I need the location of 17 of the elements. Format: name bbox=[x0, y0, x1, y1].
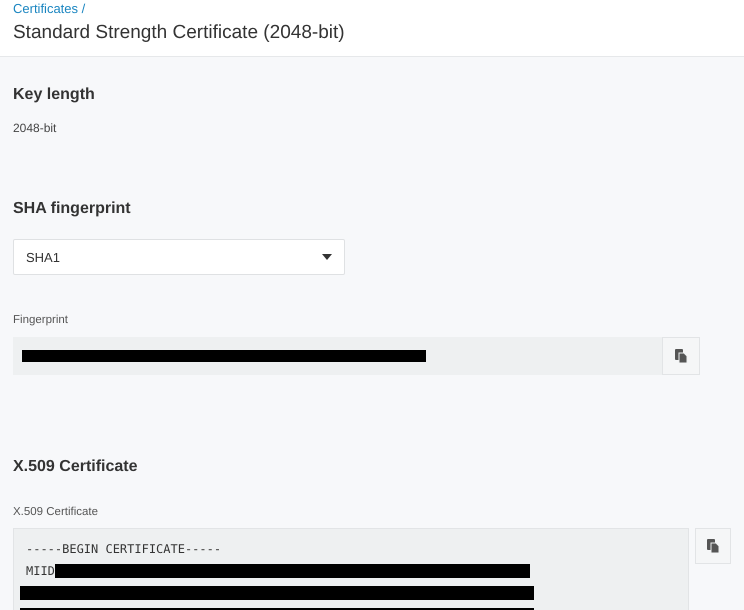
key-length-value: 2048-bit bbox=[13, 121, 58, 135]
field-label: X.509 Certificate bbox=[13, 505, 100, 519]
section-heading: Key length bbox=[13, 85, 96, 105]
hash-select[interactable]: SHA1 bbox=[13, 239, 345, 275]
copy-button[interactable] bbox=[662, 337, 700, 375]
certificate-textarea[interactable]: -----BEGIN CERTIFICATE----- MIID bbox=[13, 528, 689, 610]
copy-button[interactable] bbox=[694, 528, 731, 564]
breadcrumb-link[interactable]: Certificates / bbox=[13, 1, 731, 17]
section-heading: SHA fingerprint bbox=[13, 199, 132, 219]
caret-icon bbox=[322, 254, 332, 260]
field-label: Fingerprint bbox=[13, 313, 69, 327]
certificate-text: MIID bbox=[26, 564, 55, 578]
page-title: Standard Strength Certificate (2048-bit) bbox=[13, 21, 346, 45]
section-heading: X.509 Certificate bbox=[13, 457, 139, 477]
copy-icon bbox=[674, 349, 688, 363]
copy-icon bbox=[706, 539, 720, 553]
certificate-text: -----BEGIN CERTIFICATE----- bbox=[26, 542, 222, 556]
